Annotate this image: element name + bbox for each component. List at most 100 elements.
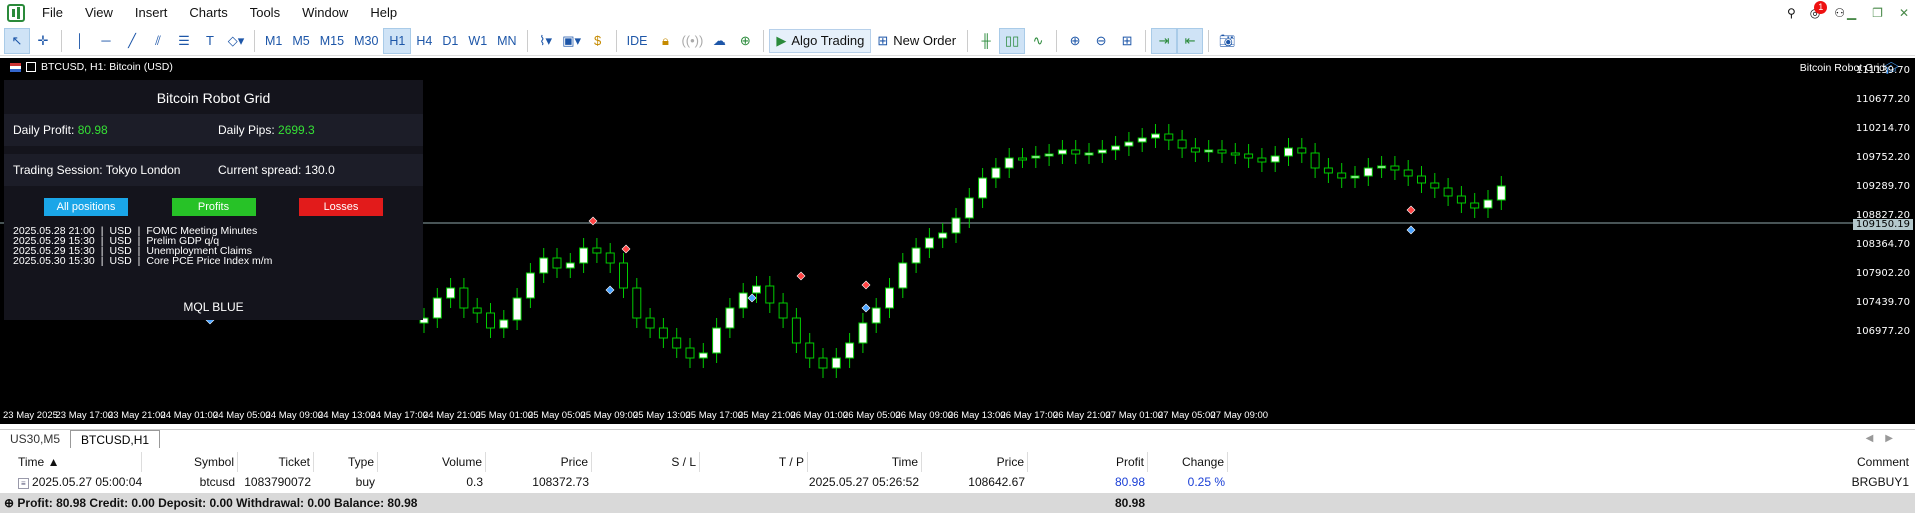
- expand-icon[interactable]: ⊕: [4, 496, 14, 510]
- candle-body: [1390, 165, 1400, 171]
- dollar-icon[interactable]: $: [585, 28, 611, 54]
- channel-icon[interactable]: ⫽: [145, 28, 171, 54]
- candle-body: [605, 252, 615, 264]
- timeframe-m30[interactable]: M30: [349, 28, 383, 54]
- restore-icon[interactable]: ❐: [1872, 6, 1883, 20]
- timeframe-h1[interactable]: H1: [383, 27, 412, 54]
- header-type[interactable]: Type: [314, 452, 378, 472]
- horizontal-line-icon[interactable]: ─: [93, 28, 119, 54]
- candle-body: [1204, 149, 1214, 153]
- header-change[interactable]: Change: [1148, 452, 1228, 472]
- chart-shift-icon[interactable]: ⇤: [1177, 27, 1204, 54]
- header-close-time[interactable]: Time: [808, 452, 922, 472]
- account-icon[interactable]: ⚇: [1834, 6, 1845, 20]
- timeframe-w1[interactable]: W1: [463, 28, 492, 54]
- timeframe-d1[interactable]: D1: [437, 28, 463, 54]
- tab-btcusd[interactable]: BTCUSD,H1: [70, 430, 161, 448]
- trade-table: Time ▲ Symbol Ticket Type Volume Price S…: [0, 452, 1915, 520]
- tab-scroll-arrows[interactable]: ◀▶: [1866, 430, 1905, 448]
- tile-windows-icon[interactable]: ⊞: [1114, 28, 1140, 54]
- candle-body: [951, 217, 961, 234]
- price-tick-label: 107439.70: [1855, 297, 1910, 308]
- price-tick-label: 108364.70: [1855, 239, 1910, 250]
- table-header: Time ▲ Symbol Ticket Type Volume Price S…: [0, 452, 1915, 472]
- search-icon[interactable]: ⚲: [1787, 6, 1796, 20]
- shapes-icon[interactable]: ◇▾: [223, 28, 249, 54]
- menu-insert[interactable]: Insert: [124, 0, 179, 26]
- table-row[interactable]: ≡ 2025.05.27 05:00:04 btcusd 1083790072 …: [0, 472, 1915, 492]
- candle-body: [924, 237, 934, 249]
- header-comment[interactable]: Comment: [1228, 452, 1912, 472]
- candlestick-icon[interactable]: ▯▯: [999, 27, 1026, 54]
- daily-profit-value: 80.98: [77, 123, 108, 137]
- candle-body: [579, 247, 589, 264]
- header-close-price[interactable]: Price: [922, 452, 1028, 472]
- candle-body: [1363, 167, 1373, 177]
- comment: BRGBUY1: [1851, 475, 1909, 489]
- autoscroll-icon[interactable]: ⇥: [1151, 27, 1178, 54]
- new-order-button[interactable]: ⊞ New Order: [871, 29, 962, 53]
- timeframe-mn[interactable]: MN: [492, 28, 521, 54]
- menu-tools[interactable]: Tools: [239, 0, 291, 26]
- header-symbol[interactable]: Symbol: [142, 452, 238, 472]
- header-tp[interactable]: T / P: [700, 452, 808, 472]
- crosshair-icon[interactable]: ✛: [30, 28, 56, 54]
- vps-icon[interactable]: ⊕: [732, 28, 758, 54]
- candle-body: [898, 262, 908, 289]
- candle-body: [1044, 153, 1054, 157]
- trendline-icon[interactable]: ╱: [119, 28, 145, 54]
- fibonacci-icon[interactable]: ☰: [171, 28, 197, 54]
- header-profit[interactable]: Profit: [1028, 452, 1148, 472]
- menu-charts[interactable]: Charts: [178, 0, 238, 26]
- notifications-icon[interactable]: ◎ 1: [1810, 1, 1828, 20]
- stop-loss: [592, 472, 700, 492]
- candle-body: [446, 287, 456, 299]
- all-positions-button[interactable]: All positions: [44, 198, 128, 216]
- losses-button[interactable]: Losses: [299, 198, 383, 216]
- timeframe-m5[interactable]: M5: [287, 28, 314, 54]
- zoom-out-icon[interactable]: ⊖: [1088, 28, 1114, 54]
- candle-body: [938, 232, 948, 239]
- time-tick-label: 24 May 21:00: [423, 410, 481, 421]
- candle-body: [911, 247, 921, 264]
- bar-chart-icon[interactable]: ╫: [973, 28, 999, 54]
- time-tick-label: 24 May 09:00: [265, 410, 324, 421]
- zoom-in-icon[interactable]: ⊕: [1062, 28, 1088, 54]
- header-ticket[interactable]: Ticket: [238, 452, 314, 472]
- header-volume[interactable]: Volume: [378, 452, 486, 472]
- candle-body: [1097, 149, 1107, 154]
- vertical-line-icon[interactable]: │: [67, 28, 93, 54]
- candle-body: [1430, 182, 1440, 189]
- news-list: 2025.05.28 21:00 | USD | FOMC Meeting Minute…: [4, 216, 423, 267]
- templates-icon[interactable]: ▣▾: [559, 28, 585, 54]
- menu-help[interactable]: Help: [359, 0, 408, 26]
- lock-icon[interactable]: 🔒︎: [652, 28, 678, 54]
- candle-body: [1151, 133, 1160, 139]
- timeframe-m15[interactable]: M15: [315, 28, 349, 54]
- tab-us30[interactable]: US30,M5: [0, 430, 70, 448]
- header-price[interactable]: Price: [486, 452, 592, 472]
- algo-trading-button[interactable]: ▶ Algo Trading: [769, 28, 872, 53]
- cursor-tool-icon[interactable]: ↖: [4, 27, 30, 54]
- ide-button[interactable]: IDE: [622, 28, 653, 54]
- line-chart-icon[interactable]: ∿: [1025, 28, 1051, 54]
- close-icon[interactable]: ✕: [1899, 6, 1909, 20]
- news-item: 2025.05.30 15:30 | USD | Core PCE Price Inde…: [13, 255, 273, 267]
- menu-file[interactable]: File: [31, 0, 74, 26]
- candle-body: [1230, 152, 1240, 156]
- profits-button[interactable]: Profits: [171, 198, 256, 216]
- cloud-icon[interactable]: ☁: [706, 28, 732, 54]
- menu-view[interactable]: View: [74, 0, 124, 26]
- candle-body: [1057, 149, 1067, 155]
- minimize-icon[interactable]: ▁: [1847, 6, 1856, 20]
- timeframe-h4[interactable]: H4: [411, 28, 437, 54]
- header-sl[interactable]: S / L: [592, 452, 700, 472]
- menu-window[interactable]: Window: [291, 0, 359, 26]
- text-tool-icon[interactable]: T: [197, 28, 223, 54]
- chart-type-icon[interactable]: ⌇▾: [533, 28, 559, 54]
- header-time[interactable]: Time ▲: [18, 452, 142, 472]
- price-chart[interactable]: BTCUSD, H1: Bitcoin (USD) Bitcoin Robot …: [0, 58, 1915, 424]
- timeframe-m1[interactable]: M1: [260, 28, 287, 54]
- signal-icon[interactable]: ((•)): [678, 28, 706, 54]
- screenshot-icon[interactable]: 📷︎: [1214, 28, 1240, 54]
